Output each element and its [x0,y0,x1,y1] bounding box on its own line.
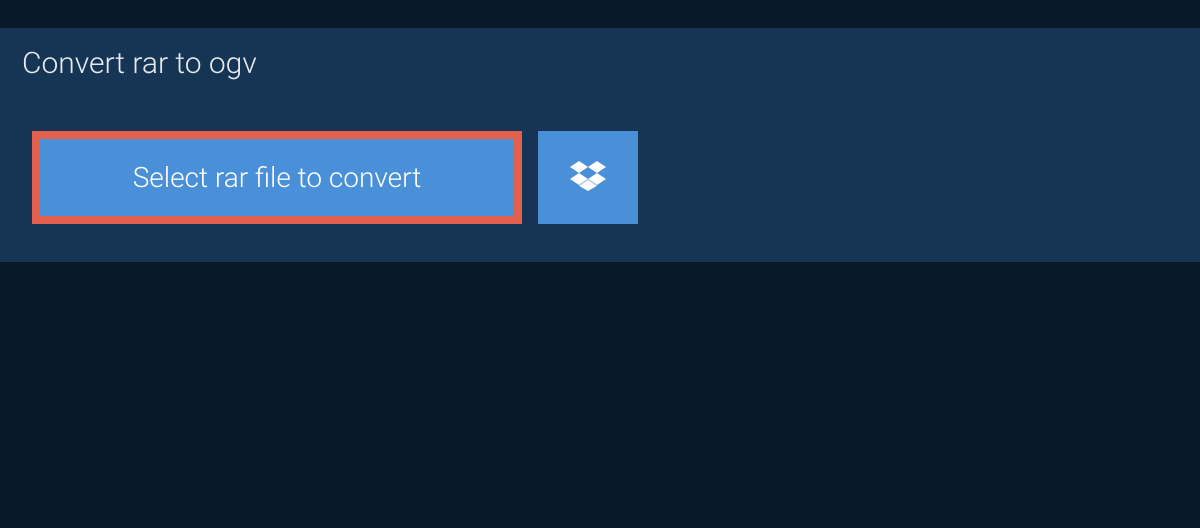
converter-panel: Convert rar to ogv Select rar file to co… [0,28,1200,262]
dropbox-button[interactable] [538,131,638,224]
page-title-tab: Convert rar to ogv [0,28,287,99]
page-title: Convert rar to ogv [22,46,257,81]
select-file-label: Select rar file to convert [133,161,422,194]
select-file-button[interactable]: Select rar file to convert [32,131,522,224]
panel-body: Select rar file to convert [0,99,1200,262]
dropbox-icon [570,158,606,198]
